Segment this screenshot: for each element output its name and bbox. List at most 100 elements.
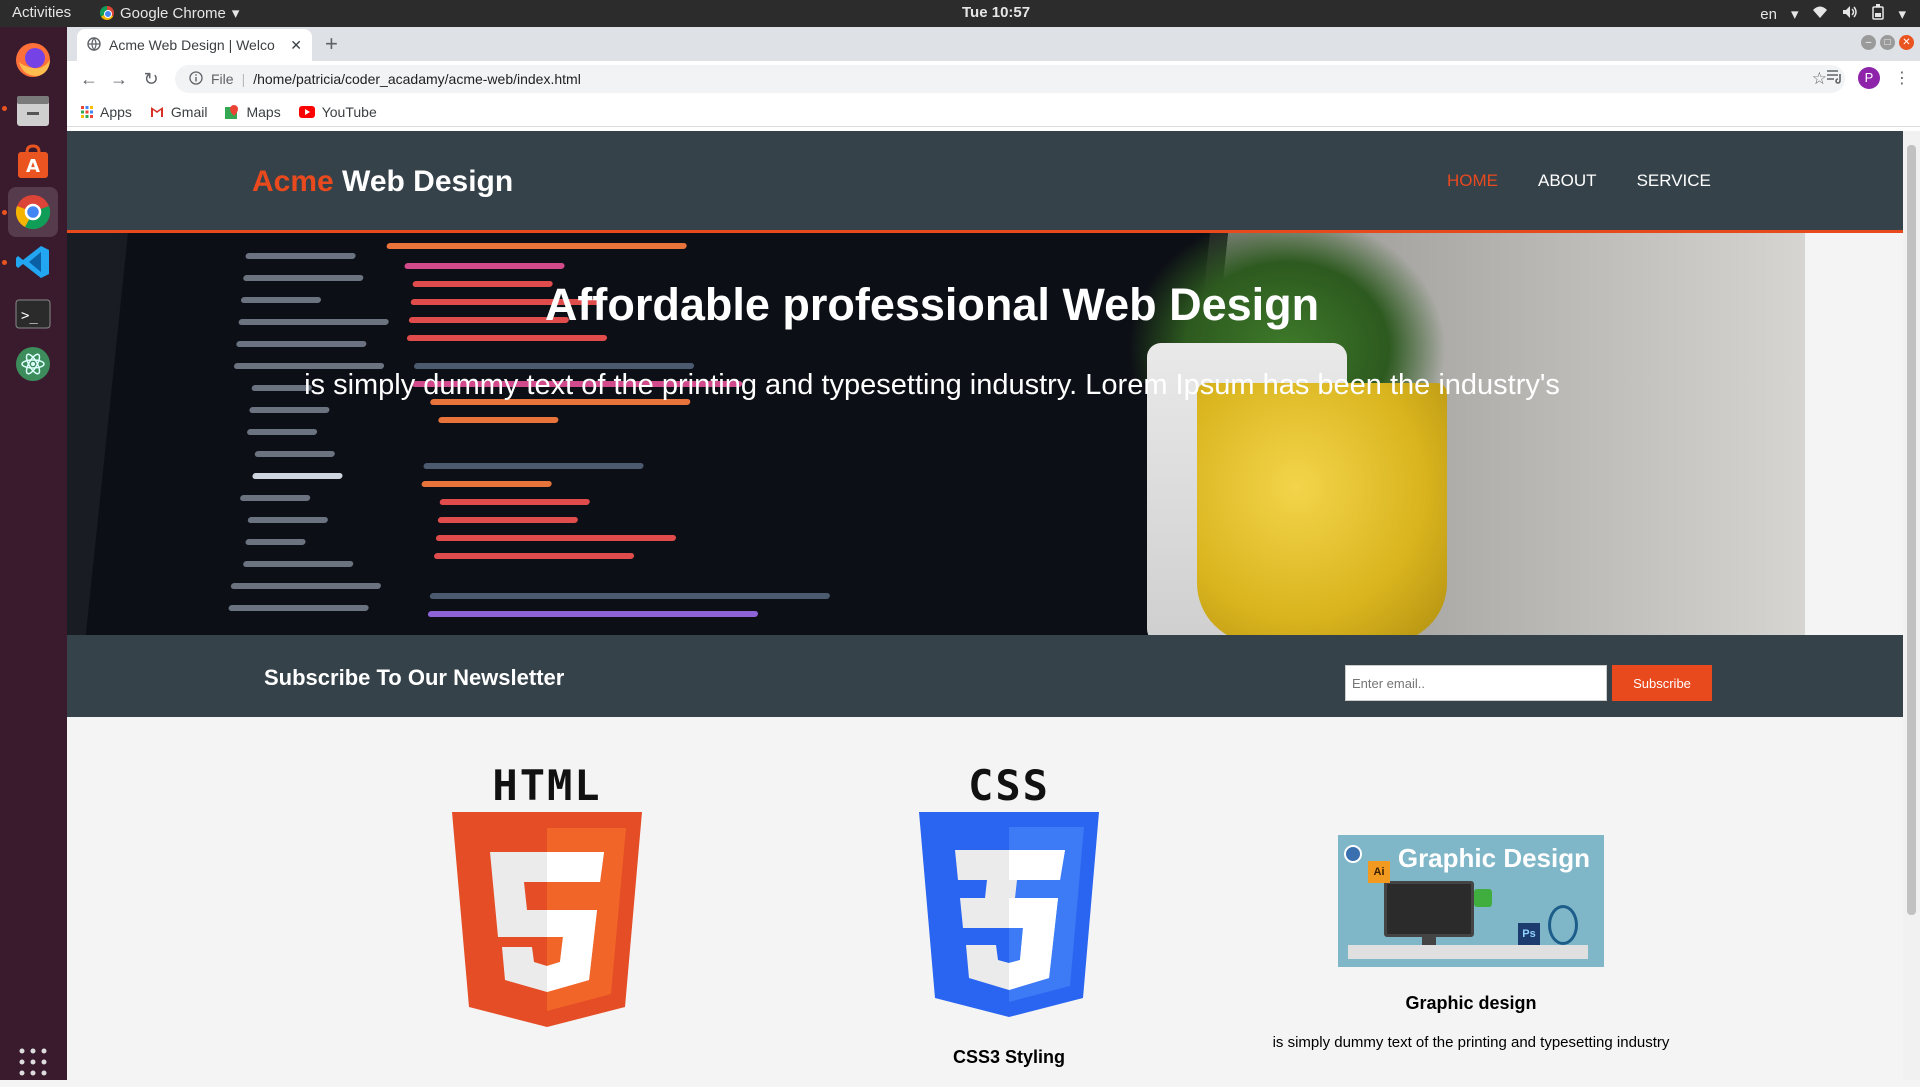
page-viewport: Acme Web Design HOME ABOUT SERVICE Affor…	[67, 131, 1903, 1080]
media-queue-icon[interactable]	[1826, 68, 1844, 89]
clock[interactable]: Tue 10:57	[962, 4, 1030, 21]
html-logo-text: HTML	[492, 761, 602, 810]
software-center-icon[interactable]: A	[8, 137, 58, 187]
bookmark-maps[interactable]: Maps	[225, 103, 281, 120]
bookmark-label: Maps	[246, 103, 281, 120]
page-scrollbar[interactable]	[1903, 131, 1920, 1080]
apps-grid-icon	[81, 105, 93, 118]
app-menu[interactable]: Google Chrome ▾	[100, 4, 239, 22]
kebab-menu-icon[interactable]: ⋮	[1894, 68, 1910, 88]
graphic-design-image-title: Graphic Design	[1397, 843, 1590, 873]
maximize-button[interactable]: □	[1880, 35, 1895, 50]
running-indicator	[2, 106, 7, 111]
chrome-icon	[100, 6, 114, 20]
url-scheme: File	[211, 71, 234, 87]
subscribe-button[interactable]: Subscribe	[1612, 665, 1712, 701]
newsletter-title: Subscribe To Our Newsletter	[264, 665, 565, 690]
photoshop-icon: Ps	[1518, 923, 1540, 945]
graphic-design-image: Graphic Design Ai Ps	[1338, 835, 1604, 967]
feature-box-css: CSS CSS3 Styling	[779, 717, 1239, 1068]
newsletter-section: Subscribe To Our Newsletter Subscribe	[67, 635, 1903, 717]
yellow-pot	[1197, 383, 1447, 635]
wifi-icon	[1812, 5, 1828, 23]
app-menu-label: Google Chrome	[120, 4, 226, 22]
language-indicator[interactable]: en	[1760, 6, 1777, 23]
bookmark-label: Gmail	[170, 103, 208, 120]
dock: A >_	[0, 27, 67, 1080]
url-separator: |	[241, 71, 246, 87]
nav-home[interactable]: HOME	[1447, 171, 1498, 191]
gmail-icon	[150, 106, 163, 117]
nav-about[interactable]: ABOUT	[1538, 171, 1597, 191]
brand-rest: Web Design	[333, 165, 514, 198]
browser-window: Acme Web Design | Welco ✕ + – □ ✕ ← → ↻ …	[67, 27, 1920, 1080]
chevron-down-icon: ▾	[1790, 6, 1799, 23]
monitor-illustration	[1384, 881, 1474, 937]
toolbar-actions: P ⋮	[1826, 67, 1910, 89]
window-controls: – □ ✕	[1861, 35, 1914, 50]
showcase-title: Affordable professional Web Design	[544, 279, 1320, 330]
new-tab-button[interactable]: +	[325, 31, 338, 57]
showcase-subtitle: is simply dummy text of the printing and…	[304, 369, 1560, 401]
bookmark-label: Apps	[100, 103, 132, 120]
bookmark-apps[interactable]: Apps	[81, 104, 132, 120]
css3-shield-icon	[919, 812, 1099, 1017]
system-tray[interactable]: en ▾ ▾	[1760, 4, 1906, 24]
firefox-icon[interactable]	[8, 35, 58, 85]
brand-highlight: Acme	[252, 165, 334, 198]
nav-service[interactable]: SERVICE	[1637, 171, 1711, 191]
illustrator-icon: Ai	[1368, 861, 1390, 883]
close-tab-icon[interactable]: ✕	[290, 37, 302, 54]
chevron-down-icon: ▾	[231, 5, 240, 22]
terminal-icon[interactable]: >_	[8, 289, 58, 339]
feature-text: is simply dummy text of the printing and…	[1272, 1034, 1670, 1051]
activities-button[interactable]: Activities	[12, 4, 71, 21]
site-header: Acme Web Design HOME ABOUT SERVICE	[67, 131, 1903, 233]
volume-icon	[1842, 5, 1858, 23]
url-text[interactable]: /home/patricia/coder_acadamy/acme-web/in…	[253, 71, 581, 87]
browser-toolbar: ← → ↻ File | /home/patricia/coder_acadam…	[67, 61, 1920, 97]
site-nav: HOME ABOUT SERVICE	[1447, 171, 1711, 191]
close-window-button[interactable]: ✕	[1899, 35, 1914, 50]
back-button[interactable]: ←	[77, 67, 101, 91]
youtube-icon	[298, 105, 315, 118]
tab-strip: Acme Web Design | Welco ✕ + – □ ✕	[67, 27, 1920, 61]
tab-title: Acme Web Design | Welco	[109, 37, 275, 53]
feature-heading: CSS3 Styling	[952, 1047, 1066, 1067]
address-bar[interactable]: File | /home/patricia/coder_acadamy/acme…	[175, 65, 1845, 93]
showcase: Affordable professional Web Design is si…	[67, 233, 1903, 635]
vscode-icon[interactable]	[8, 237, 58, 287]
running-indicator	[2, 260, 7, 265]
running-indicator	[2, 210, 7, 215]
feature-box-graphic: Graphic Design Ai Ps Graphic design is s…	[1241, 717, 1701, 1051]
css-logo-text: CSS	[968, 761, 1050, 810]
site-brand[interactable]: Acme Web Design	[252, 165, 513, 199]
chrome-dock-icon[interactable]	[8, 187, 58, 237]
svg-text:>_: >_	[21, 308, 38, 324]
profile-avatar[interactable]: P	[1858, 67, 1880, 89]
globe-icon	[87, 36, 101, 54]
feature-heading: Graphic design	[1405, 993, 1537, 1013]
bookmarks-bar: Apps Gmail Maps YouTube	[67, 97, 1920, 127]
forward-button[interactable]: →	[107, 67, 131, 91]
feature-box-html: HTML	[317, 717, 777, 1027]
bookmark-star-icon[interactable]: ☆	[1812, 69, 1827, 89]
email-field[interactable]	[1345, 665, 1607, 701]
bookmark-label: YouTube	[321, 103, 377, 120]
file-manager-icon[interactable]	[8, 85, 58, 135]
info-icon[interactable]	[189, 70, 203, 88]
maps-icon	[225, 104, 239, 119]
html5-shield-icon	[452, 812, 642, 1027]
minimize-button[interactable]: –	[1861, 35, 1876, 50]
features-section: HTML CSS CSS3 Styling Graphic Design Ai …	[67, 717, 1903, 1080]
bookmark-gmail[interactable]: Gmail	[150, 103, 208, 120]
bookmark-youtube[interactable]: YouTube	[298, 103, 377, 120]
atom-icon[interactable]	[8, 339, 58, 389]
battery-icon	[1872, 4, 1885, 24]
reload-button[interactable]: ↻	[139, 67, 163, 91]
chevron-down-icon: ▾	[1898, 6, 1906, 23]
scrollbar-thumb[interactable]	[1907, 145, 1916, 915]
tab-active[interactable]: Acme Web Design | Welco ✕	[77, 29, 312, 61]
system-top-bar: Activities Google Chrome ▾ Tue 10:57 en …	[0, 0, 1920, 27]
svg-text:A: A	[26, 156, 40, 177]
